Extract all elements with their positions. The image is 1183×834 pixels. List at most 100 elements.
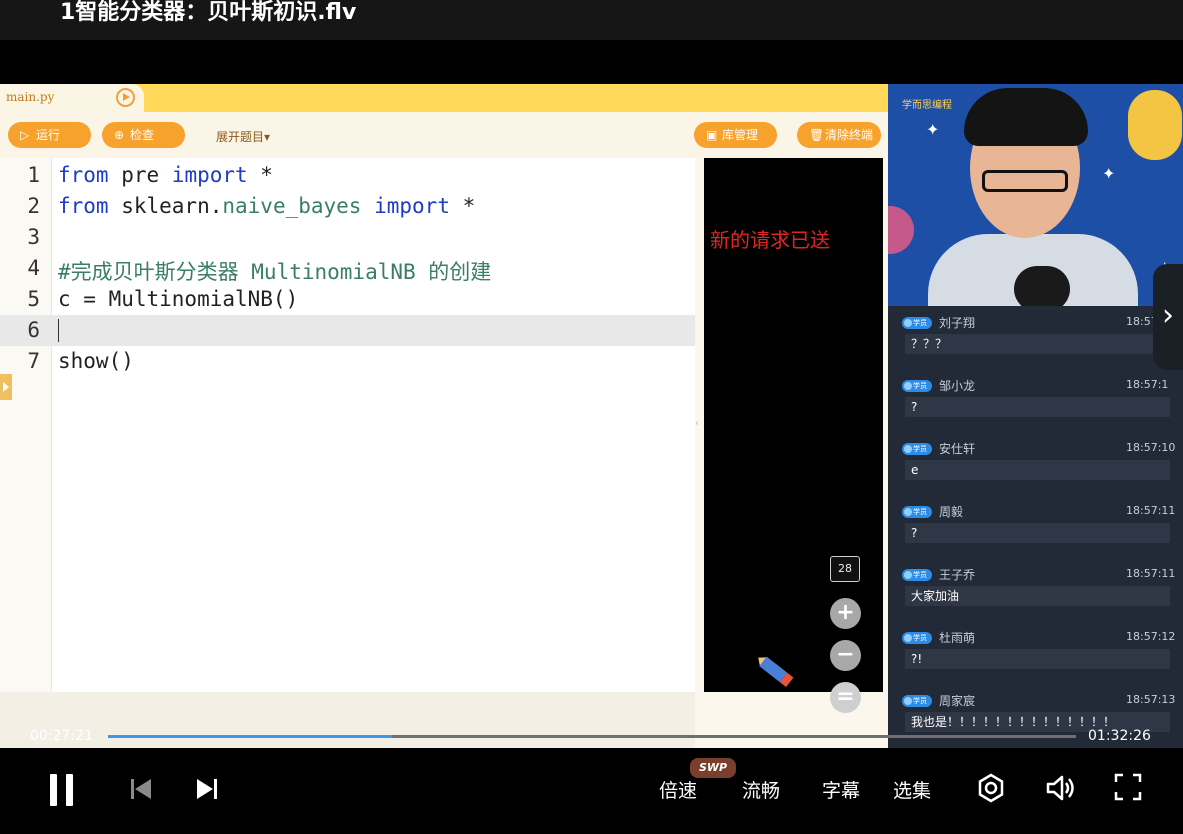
chat-text: ? bbox=[905, 523, 1170, 543]
code-text: show() bbox=[58, 349, 134, 373]
run-button-label: 运行 bbox=[36, 128, 61, 142]
run-button[interactable]: ▷ 运行 bbox=[8, 122, 91, 148]
previous-button[interactable] bbox=[128, 776, 154, 802]
duration: 01:32:26 bbox=[1088, 728, 1151, 744]
student-badge: 学员 bbox=[902, 632, 932, 644]
code-text: #完成贝叶斯分类器 MultinomialNB 的创建 bbox=[58, 256, 491, 286]
fullscreen-button[interactable] bbox=[1113, 772, 1143, 802]
code-token: from bbox=[58, 194, 109, 218]
code-line[interactable]: 1 from pre import * bbox=[0, 160, 695, 191]
pause-button[interactable] bbox=[44, 748, 84, 834]
zoom-out-button[interactable]: − bbox=[830, 640, 861, 671]
code-text: c = MultinomialNB() bbox=[58, 287, 298, 311]
code-token: import bbox=[171, 163, 248, 187]
clear-terminal-label: 清除终端 bbox=[825, 128, 874, 142]
mascot-image bbox=[1128, 90, 1182, 160]
current-time: 00:27:21 bbox=[30, 728, 93, 744]
video-player: 1智能分类器：贝叶斯初识.flv main.py ▷ 运行 ⊕ 检查 展开题目▾ bbox=[0, 0, 1183, 834]
output-message: 新的请求已送 bbox=[710, 228, 830, 252]
teacher-webcam: ✦ ✦ ✦ 学而思编程 bbox=[888, 84, 1183, 306]
student-badge: 学员 bbox=[902, 569, 932, 581]
code-line[interactable]: 7 show() bbox=[0, 346, 695, 377]
code-editor[interactable]: 1 from pre import * 2 from sklearn.naive_ba… bbox=[0, 158, 695, 692]
chat-username: 周毅 bbox=[939, 505, 964, 519]
student-badge: 学员 bbox=[902, 380, 932, 392]
microphone-icon bbox=[1014, 266, 1070, 306]
line-number: 4 bbox=[27, 256, 40, 280]
code-token: c = MultinomialNB() bbox=[58, 287, 299, 311]
line-number: 1 bbox=[27, 163, 40, 187]
pause-icon-bar bbox=[66, 774, 73, 806]
zoom-reset-button[interactable]: = bbox=[830, 682, 861, 713]
file-name: main.py bbox=[6, 90, 55, 104]
code-text: from pre import * bbox=[58, 163, 273, 187]
chat-timestamp: 18:57:10 bbox=[1126, 441, 1176, 454]
brand-logo: 学而思编程 bbox=[902, 100, 952, 111]
chat-timestamp: 18:57:11 bbox=[1126, 567, 1176, 580]
pause-icon bbox=[50, 774, 57, 806]
speed-button[interactable]: 倍速 bbox=[659, 776, 697, 803]
code-line[interactable]: 2 from sklearn.naive_bayes import * bbox=[0, 191, 695, 222]
file-tab[interactable]: main.py bbox=[0, 84, 144, 112]
star-icon: ✦ bbox=[926, 120, 940, 139]
student-badge: 学员 bbox=[902, 506, 932, 518]
chat-message: 学员 刘子翔 18:57:09？？？ bbox=[888, 310, 1183, 373]
chat-text: ？？？ bbox=[905, 334, 1170, 354]
zoom-in-button[interactable]: + bbox=[830, 598, 861, 629]
episodes-button[interactable]: 选集 bbox=[893, 776, 931, 803]
chat-message: 学员 安仕轩 18:57:10 e bbox=[888, 436, 1183, 499]
chat-timestamp: 18:57:11 bbox=[1126, 504, 1176, 517]
text-caret bbox=[58, 319, 59, 342]
line-number: 5 bbox=[27, 287, 40, 311]
progress-fill[interactable] bbox=[108, 735, 392, 738]
play-icon: ▷ bbox=[20, 128, 30, 142]
line-number: 7 bbox=[27, 349, 40, 373]
code-line[interactable]: 6 bbox=[0, 315, 695, 346]
clear-terminal-button[interactable]: 🗑 清除终端 bbox=[797, 122, 881, 148]
side-panel-handle[interactable] bbox=[0, 374, 12, 400]
code-line[interactable]: 5 c = MultinomialNB() bbox=[0, 284, 695, 315]
line-number: 6 bbox=[27, 318, 40, 342]
code-text: from sklearn.naive_bayes import * bbox=[58, 194, 475, 218]
line-number: 2 bbox=[27, 194, 40, 218]
code-line[interactable]: 4 #完成贝叶斯分类器 MultinomialNB 的创建 bbox=[0, 253, 695, 284]
chat-message: 学员 杜雨萌 18:57:12?! bbox=[888, 625, 1183, 688]
volume-button[interactable] bbox=[1044, 772, 1078, 804]
expand-question-link[interactable]: 展开题目▾ bbox=[216, 128, 270, 145]
chat-text: ? bbox=[905, 397, 1170, 417]
check-button[interactable]: ⊕ 检查 bbox=[102, 122, 185, 148]
fullscreen-icon bbox=[1114, 773, 1142, 801]
next-button[interactable] bbox=[194, 776, 220, 802]
swp-badge: SWP bbox=[690, 758, 736, 778]
video-frame[interactable]: main.py ▷ 运行 ⊕ 检查 展开题目▾ ▣ 库管理 🗑 清除终端 1 f… bbox=[0, 84, 1183, 748]
code-token: pre bbox=[108, 163, 172, 187]
editor-footer bbox=[0, 692, 695, 748]
trash-icon: 🗑 bbox=[809, 128, 825, 142]
chat-text: 大家加油 bbox=[905, 586, 1170, 606]
line-number: 3 bbox=[27, 225, 40, 249]
library-button[interactable]: ▣ 库管理 bbox=[694, 122, 777, 148]
subtitle-button[interactable]: 字幕 bbox=[822, 776, 860, 803]
skip-previous-icon bbox=[131, 779, 151, 799]
chat-message: 学员 周毅 18:57:11? bbox=[888, 499, 1183, 562]
ide-toolbar: ▷ 运行 ⊕ 检查 展开题目▾ ▣ 库管理 🗑 清除终端 bbox=[0, 112, 888, 158]
code-token: * bbox=[247, 163, 273, 187]
teacher-glasses bbox=[982, 170, 1068, 192]
chat-username: 安仕轩 bbox=[939, 442, 976, 456]
check-button-label: 检查 bbox=[130, 128, 155, 142]
skip-next-icon bbox=[197, 779, 217, 799]
settings-button[interactable] bbox=[975, 772, 1007, 804]
planet-decoration bbox=[888, 206, 914, 254]
page-counter: 28 bbox=[830, 556, 860, 582]
code-token: show() bbox=[58, 349, 134, 373]
code-token: * bbox=[449, 194, 476, 218]
splitter-grip-icon[interactable]: ‹ bbox=[695, 418, 703, 438]
chat-panel: 学员 刘子翔 18:57:09？？？ 学员 邹小龙 18:57:1? 学员 安仕轩 18:57:… bbox=[888, 306, 1183, 748]
code-line[interactable]: 3 bbox=[0, 222, 695, 253]
code-token: sklearn. bbox=[108, 194, 223, 218]
quality-button[interactable]: 流畅 bbox=[742, 776, 780, 803]
chat-next-arrow-icon[interactable]: › bbox=[1153, 264, 1183, 370]
player-controls: 倍速 SWP 流畅 字幕 选集 bbox=[0, 748, 1183, 834]
play-circle-icon[interactable] bbox=[116, 88, 135, 107]
library-button-label: 库管理 bbox=[722, 128, 759, 142]
